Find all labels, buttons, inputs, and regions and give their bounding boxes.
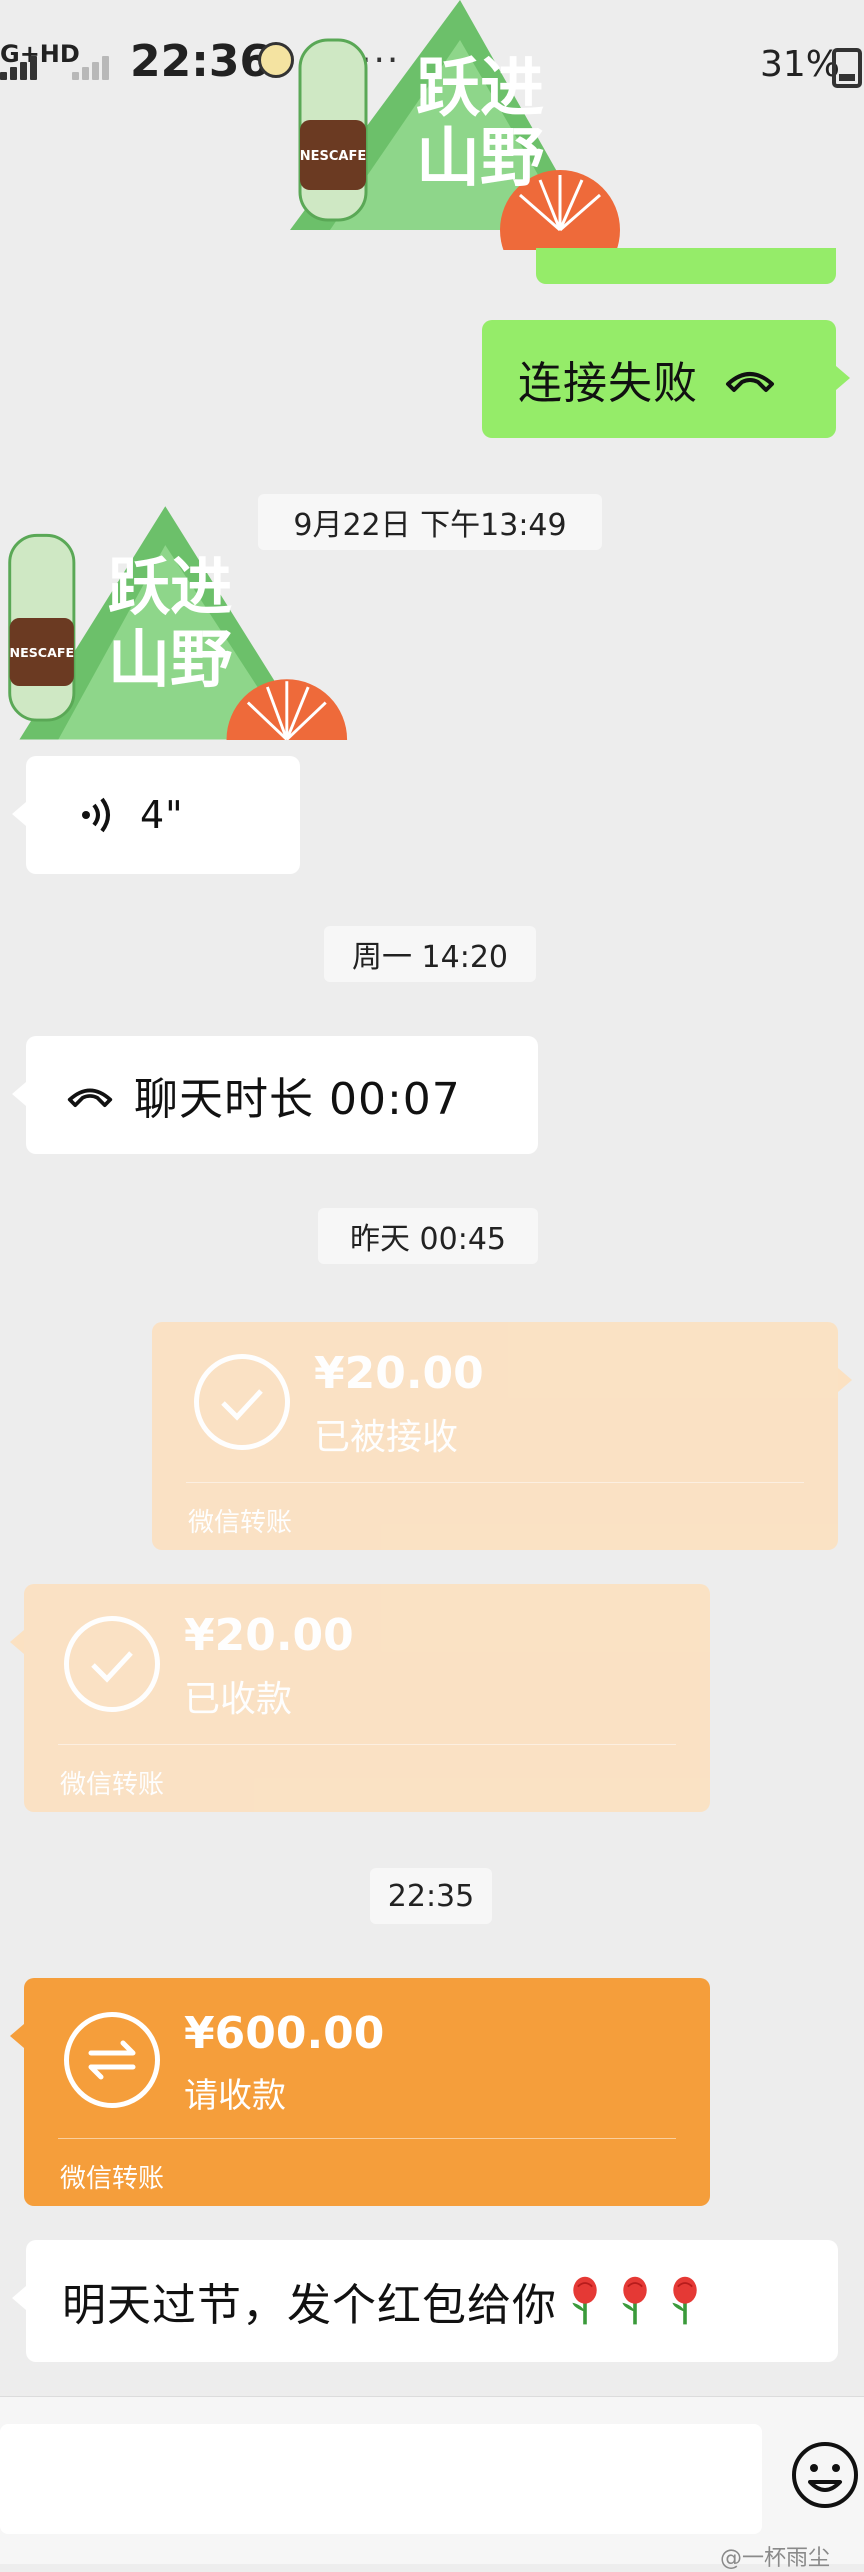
rose-emoji-icons: [567, 2275, 703, 2327]
transfer-tail-right: [838, 1368, 852, 1392]
last-message-bubble[interactable]: 明天过节，发个红包给你: [12, 2240, 838, 2362]
timestamp-3: 昨天 00:45: [318, 1208, 538, 1264]
watermark: @一杯雨尘: [720, 2546, 831, 2571]
transfer-tail-left: [10, 1630, 24, 1654]
sticker-slogan-line2: 山野: [416, 122, 544, 196]
svg-text:山野: 山野: [108, 623, 232, 696]
call-failed-bubble[interactable]: 连接失败: [482, 320, 850, 438]
transfer-arrows-icon: [64, 2012, 160, 2108]
timestamp-2: 周一 14:20: [324, 926, 536, 982]
signal-icon: [0, 56, 48, 80]
call-duration-text: 聊天时长 00:07: [134, 1074, 461, 1125]
call-duration-bubble[interactable]: 聊天时长 00:07: [12, 1036, 538, 1154]
status-time: 22:36: [130, 36, 271, 87]
transfer-amount-2: ¥20.00: [184, 1610, 354, 1661]
last-message-text: 明天过节，发个红包给你: [62, 2280, 557, 2331]
phone-call-icon: [66, 1081, 114, 1109]
timestamp-4: 22:35: [370, 1868, 492, 1924]
transfer-card-sent[interactable]: ¥20.00 已被接收 微信转账: [152, 1322, 838, 1550]
transfer-divider: [186, 1482, 804, 1483]
call-failed-text: 连接失败: [518, 358, 698, 409]
battery-percent: 31%: [760, 44, 841, 85]
transfer-amount-3: ¥600.00: [184, 2008, 385, 2059]
signal-icon-2: [72, 56, 120, 80]
transfer-status: 已被接收: [314, 1417, 459, 1458]
received-sticker-brand: NESCAFE: [10, 645, 75, 660]
transfer-status-2: 已收款: [184, 1679, 293, 1720]
emoji-icon[interactable]: [790, 2440, 860, 2510]
phone-hangup-icon: [724, 364, 776, 394]
voice-message-bubble[interactable]: 4": [12, 756, 300, 874]
voice-wave-icon: [78, 795, 118, 835]
transfer-divider-3: [58, 2138, 676, 2139]
transfer-divider-2: [58, 1744, 676, 1745]
sticker-image[interactable]: NESCAFE 跃进 山野: [270, 0, 630, 250]
check-icon: [194, 1354, 290, 1450]
received-sticker-image[interactable]: NESCAFE 跃进 山野: [0, 496, 350, 740]
transfer-footer: 微信转账: [188, 1508, 293, 1538]
transfer-card-pending[interactable]: ¥600.00 请收款 微信转账: [24, 1978, 710, 2206]
transfer-footer-3: 微信转账: [60, 2164, 165, 2194]
transfer-footer-2: 微信转账: [60, 1770, 165, 1800]
transfer-tail-left-3: [10, 2024, 24, 2048]
sticker-slogan-line1: 跃进: [416, 52, 544, 126]
message-input[interactable]: [0, 2424, 762, 2534]
voice-duration: 4": [140, 793, 184, 837]
svg-text:跃进: 跃进: [108, 550, 232, 623]
check-icon-2: [64, 1616, 160, 1712]
transfer-amount: ¥20.00: [314, 1348, 484, 1399]
sticker-bubble-edge: [536, 248, 836, 284]
transfer-status-3: 请收款: [184, 2076, 286, 2116]
transfer-card-received[interactable]: ¥20.00 已收款 微信转账: [24, 1584, 710, 1812]
sticker-brand-text: NESCAFE: [300, 149, 367, 164]
battery-icon: [832, 48, 862, 88]
